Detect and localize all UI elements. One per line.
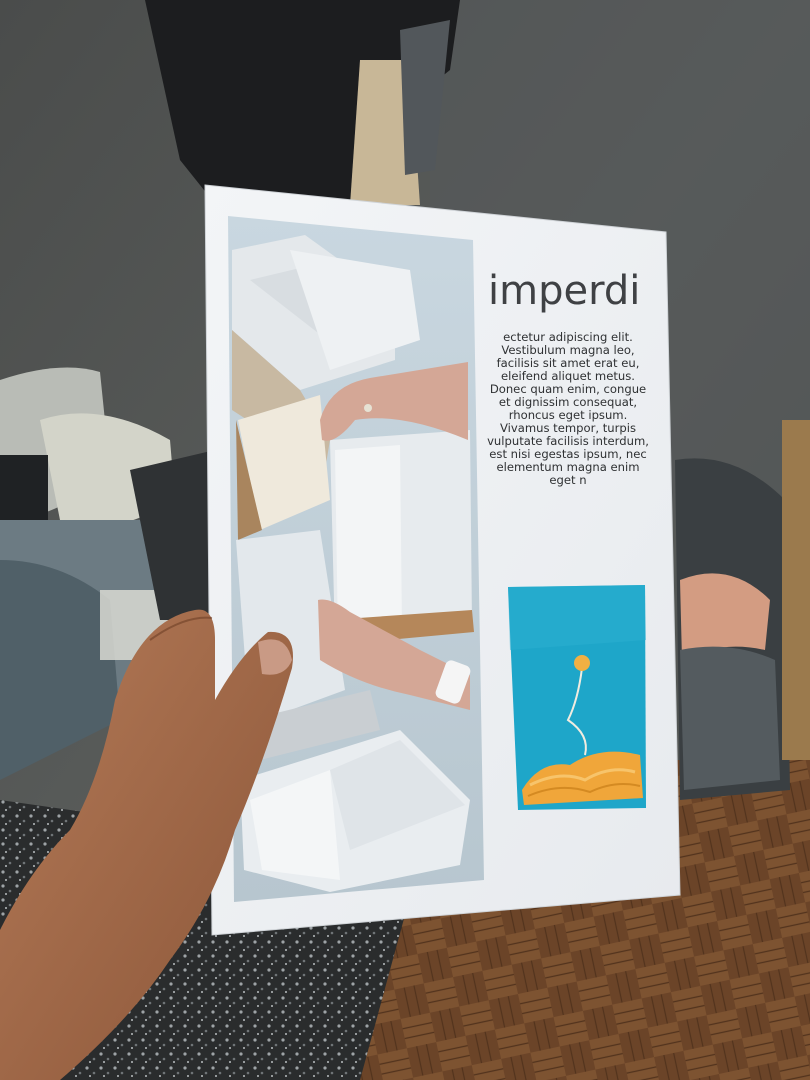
body-line: ectetur adipiscing elit. (503, 330, 633, 344)
body-line: eleifend aliquet metus. (501, 369, 635, 383)
flyer-body: ectetur adipiscing elit. Vestibulum magn… (487, 330, 649, 487)
body-line: eget n (549, 473, 586, 487)
body-line: et dignissim consequat, (499, 395, 637, 409)
body-line: elementum magna enim (496, 460, 639, 474)
body-line: rhoncus eget ipsum. (509, 408, 628, 422)
body-line: Vestibulum magna leo, (501, 343, 634, 357)
body-line: vulputate facilisis interdum, (487, 434, 649, 448)
body-line: est nisi egestas ipsum, nec (489, 447, 646, 461)
body-line: facilisis sit amet erat eu, (497, 356, 640, 370)
body-line: Vivamus tempor, turpis (500, 421, 636, 435)
body-line: Donec quam enim, congue (490, 382, 646, 396)
flyer-headline: imperdi (488, 268, 640, 314)
flyer-text-layer: imperdi ectetur adipiscing elit. Vestibu… (487, 268, 649, 487)
